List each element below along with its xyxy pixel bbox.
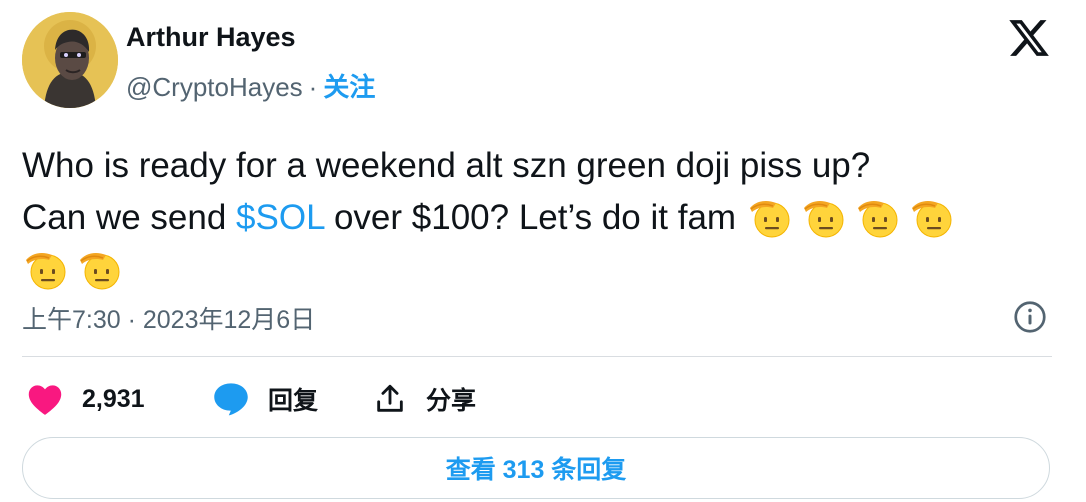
avatar-portrait-icon xyxy=(22,12,118,108)
saluting-face-emoji xyxy=(26,252,66,290)
saluting-face-emoji xyxy=(80,252,120,290)
author-handle-row: @CryptoHayes · 关注 xyxy=(126,67,375,104)
share-upload-icon xyxy=(377,384,403,412)
x-logo-icon[interactable] xyxy=(1006,16,1052,60)
emoji-row-1 xyxy=(746,198,962,238)
view-replies-button[interactable]: 查看 313 条回复 xyxy=(22,437,1050,499)
tweet-line-2-suffix: over $100? Let’s do it fam xyxy=(324,198,746,237)
share-button[interactable]: 分享 xyxy=(372,380,476,418)
tweet-line-1: Who is ready for a weekend alt szn green… xyxy=(22,146,871,185)
author-handle[interactable]: @CryptoHayes xyxy=(126,72,303,102)
avatar[interactable] xyxy=(22,12,118,108)
tweet-text: Who is ready for a weekend alt szn green… xyxy=(22,140,1062,296)
like-count: 2,931 xyxy=(82,384,145,413)
share-label: 分享 xyxy=(426,387,477,415)
tweet-card: Arthur Hayes @CryptoHayes · 关注 Who is read… xyxy=(0,0,1086,502)
saluting-face-emoji xyxy=(749,200,790,238)
tweet-line-2-prefix: Can we send xyxy=(22,198,237,237)
tweet-line-2: Can we send $SOL over $100? Let’s do it … xyxy=(22,192,1062,244)
follow-button[interactable]: 关注 xyxy=(323,72,375,102)
saluting-face-emoji xyxy=(803,200,844,238)
saluting-face-emoji xyxy=(857,200,898,238)
reply-button[interactable]: 回复 xyxy=(212,380,318,418)
separator-dot: · xyxy=(308,72,318,102)
divider xyxy=(22,356,1052,357)
tweet-timestamp[interactable]: 上午7:30 · 2023年12月6日 xyxy=(22,300,315,336)
reply-label: 回复 xyxy=(268,387,319,415)
emoji-row-2 xyxy=(22,244,1062,296)
info-icon[interactable] xyxy=(1012,299,1048,335)
heart-icon xyxy=(28,385,62,415)
author-name[interactable]: Arthur Hayes xyxy=(126,22,296,53)
saluting-face-emoji xyxy=(911,200,952,238)
reply-bubble-icon xyxy=(214,383,248,416)
cashtag-link[interactable]: $SOL xyxy=(236,198,324,237)
like-button[interactable]: 2,931 xyxy=(26,380,145,418)
